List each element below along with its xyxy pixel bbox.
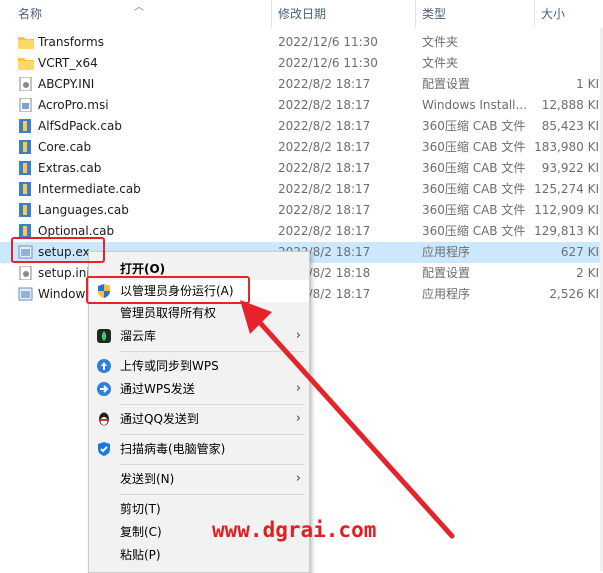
watermark-text: www.dgrai.com: [212, 518, 377, 542]
annotation-arrow-icon: [240, 300, 455, 539]
